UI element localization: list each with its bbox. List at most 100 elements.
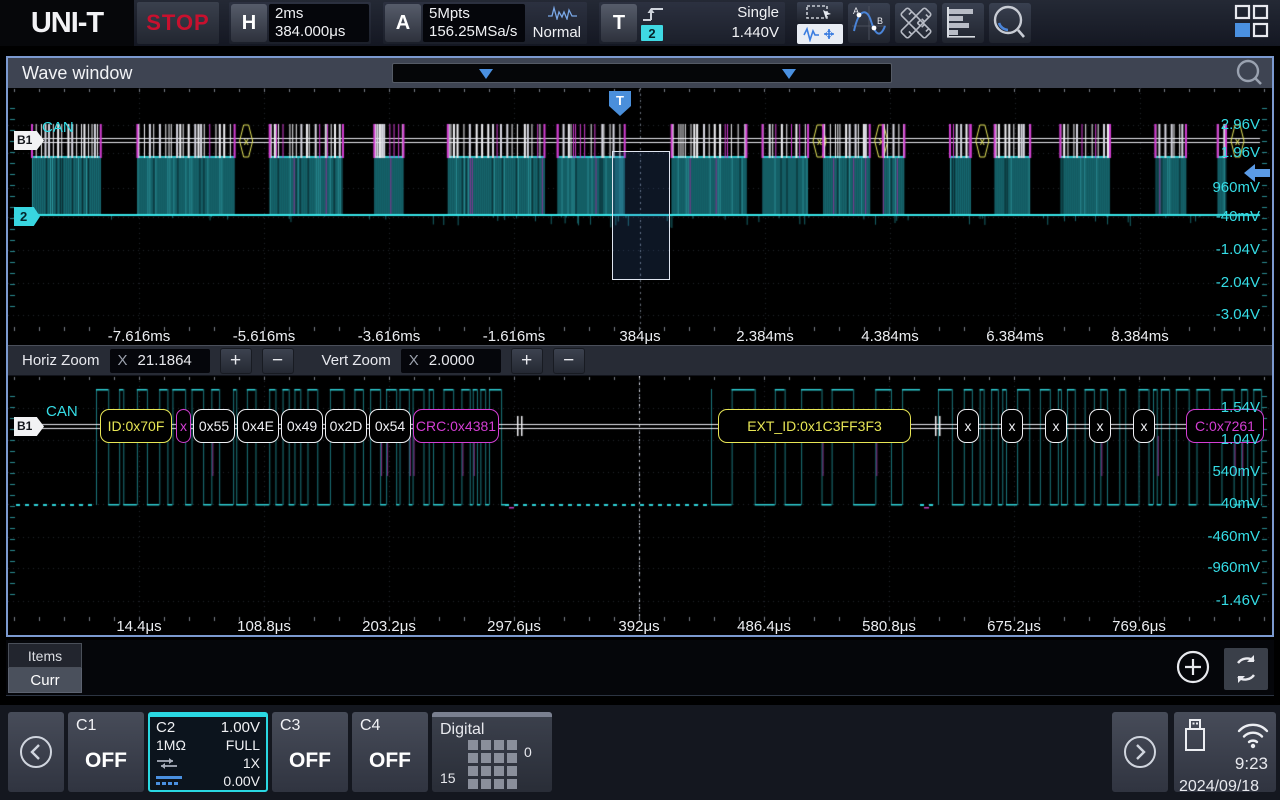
channel-state: OFF bbox=[76, 749, 136, 773]
vert-zoom-field[interactable]: X 2.0000 bbox=[401, 349, 501, 373]
trigger-panel[interactable]: T 2 Single 1.440V bbox=[599, 2, 785, 44]
zoom-out-loupe-icon bbox=[1234, 59, 1264, 87]
zoom-time-label: 769.6μs bbox=[1112, 618, 1166, 635]
zoom-time-label: 675.2μs bbox=[987, 618, 1041, 635]
region-select-button[interactable] bbox=[797, 2, 843, 22]
measure-button[interactable] bbox=[895, 3, 937, 43]
acquire-wave-icon bbox=[547, 5, 581, 20]
channel-c1-card[interactable]: C1 OFF bbox=[68, 712, 144, 792]
horiz-zoom-field[interactable]: X 21.1864 bbox=[110, 349, 210, 373]
zoom-controls: Horiz Zoom X 21.1864 + − Vert Zoom X 2.0… bbox=[8, 345, 1272, 376]
timebase-value: 2ms bbox=[275, 6, 363, 22]
main-plot[interactable]: T B1 CAN 2 2.96V1.96V960mV-40mV-1.04V-2.… bbox=[8, 88, 1272, 345]
region-select-icon bbox=[805, 4, 835, 20]
digital-channels-card[interactable]: Digital 0 15 bbox=[432, 712, 552, 792]
cursor-ab-button[interactable]: AB bbox=[848, 3, 890, 43]
channel-name: C4 bbox=[360, 717, 420, 735]
channel-offset: 0.00V bbox=[223, 773, 260, 789]
channel-bar: C1 OFF C2 1.00V 1MΩ FULL 1X 0.00V C3 O bbox=[0, 705, 1280, 800]
channel-c4-card[interactable]: C4 OFF bbox=[352, 712, 428, 792]
vert-zoom-value: 2.0000 bbox=[429, 352, 475, 369]
acquire-key[interactable]: A bbox=[385, 4, 421, 42]
decode-frame: 0x4E bbox=[237, 409, 279, 443]
horizontal-offset-value: 384.000μs bbox=[275, 24, 363, 40]
horiz-zoom-plus-button[interactable]: + bbox=[220, 348, 252, 374]
system-status-card[interactable]: 9:23 2024/09/18 bbox=[1174, 712, 1276, 792]
decode-frame: x bbox=[1001, 409, 1023, 443]
main-voltage-label: 960mV bbox=[1212, 179, 1260, 197]
decode-frame: 0x54 bbox=[369, 409, 411, 443]
channel-probe: 1X bbox=[243, 755, 260, 771]
counter-button[interactable] bbox=[942, 3, 984, 43]
horiz-zoom-minus-button[interactable]: − bbox=[262, 348, 294, 374]
top-toolbar: UNI-T STOP H 2ms 384.000μs A 5Mpts 156.2… bbox=[0, 0, 1280, 46]
zoom-time-label: 580.8μs bbox=[862, 618, 916, 635]
wave-window-titlebar: Wave window bbox=[8, 58, 1272, 88]
sample-rate-value: 156.25MSa/s bbox=[429, 24, 519, 40]
channel-scale: 1.00V bbox=[221, 719, 260, 736]
channel-scroll-right-button[interactable] bbox=[1112, 712, 1168, 792]
horiz-zoom-value: 21.1864 bbox=[138, 352, 192, 369]
horizontal-scrollbar[interactable] bbox=[392, 63, 892, 83]
search-button[interactable] bbox=[989, 3, 1031, 43]
tab-items[interactable]: Items bbox=[8, 643, 82, 668]
channel-name: C3 bbox=[280, 717, 340, 735]
search-loupe-icon bbox=[990, 3, 1030, 43]
vert-zoom-plus-button[interactable]: + bbox=[511, 348, 543, 374]
decode-frame: 0x55 bbox=[193, 409, 235, 443]
digital-scroll-strip bbox=[432, 712, 552, 717]
channel-c3-card[interactable]: C3 OFF bbox=[272, 712, 348, 792]
refresh-icon bbox=[1230, 653, 1262, 685]
scroll-marker-icon[interactable] bbox=[479, 69, 493, 79]
channel-bandwidth: FULL bbox=[226, 737, 260, 753]
zoom-voltage-label: -1.46V bbox=[1216, 592, 1260, 610]
decode-frame: EXT_ID:0x1C3FF3F3 bbox=[718, 409, 911, 443]
main-time-label: -1.616ms bbox=[483, 328, 546, 345]
zoom-time-label: 392μs bbox=[618, 618, 659, 635]
horizontal-panel[interactable]: H 2ms 384.000μs bbox=[229, 2, 371, 44]
main-time-label: 8.384ms bbox=[1111, 328, 1169, 345]
main-time-label: -7.616ms bbox=[108, 328, 171, 345]
channel-scroll-left-button[interactable] bbox=[8, 712, 64, 792]
usb-device-icon bbox=[1182, 717, 1208, 753]
decode-frame: x bbox=[1133, 409, 1155, 443]
main-voltage-label: -40mV bbox=[1216, 208, 1260, 226]
trigger-edge-icon bbox=[641, 5, 669, 23]
scroll-marker-icon[interactable] bbox=[782, 69, 796, 79]
main-voltage-label: 1.96V bbox=[1221, 144, 1260, 162]
main-time-label: -5.616ms bbox=[233, 328, 296, 345]
horizontal-key[interactable]: H bbox=[231, 4, 267, 42]
zoom-voltage-label: 40mV bbox=[1221, 495, 1260, 513]
decode-frame: 0x2D bbox=[325, 409, 367, 443]
decode-frame: x bbox=[1089, 409, 1111, 443]
acquire-panel[interactable]: A 5Mpts 156.25MSa/s Normal bbox=[383, 2, 587, 44]
waveform-move-button[interactable] bbox=[797, 24, 843, 44]
window-layout-button[interactable] bbox=[1232, 2, 1270, 45]
chevron-right-icon bbox=[1122, 734, 1158, 770]
channel-state: OFF bbox=[360, 749, 420, 773]
zoom-plot[interactable]: B1 CAN ID:0x70Fx0x550x4E0x490x2D0x54CRC:… bbox=[8, 376, 1272, 635]
vert-zoom-mult: X bbox=[409, 352, 419, 369]
add-button[interactable] bbox=[1176, 650, 1210, 689]
vert-zoom-minus-button[interactable]: − bbox=[553, 348, 585, 374]
main-voltage-label: 2.96V bbox=[1221, 116, 1260, 134]
acquire-mode-value: Normal bbox=[533, 25, 581, 41]
horiz-zoom-label: Horiz Zoom bbox=[22, 352, 100, 369]
zoom-time-label: 108.8μs bbox=[237, 618, 291, 635]
main-time-label: -3.616ms bbox=[358, 328, 421, 345]
channel-c2-card[interactable]: C2 1.00V 1MΩ FULL 1X 0.00V bbox=[148, 712, 268, 792]
zoom-selection-rect[interactable] bbox=[612, 151, 670, 280]
run-stop-button[interactable]: STOP bbox=[137, 2, 219, 44]
horiz-zoom-mult: X bbox=[118, 352, 128, 369]
digital-bit-high: 0 bbox=[524, 744, 532, 760]
zoom-voltage-label: 1.54V bbox=[1221, 399, 1260, 417]
memory-depth-value: 5Mpts bbox=[429, 6, 519, 22]
trigger-key[interactable]: T bbox=[601, 4, 637, 42]
refresh-button[interactable] bbox=[1224, 648, 1268, 690]
trigger-sweep-value: Single bbox=[737, 5, 779, 21]
tab-curr[interactable]: Curr bbox=[8, 668, 82, 693]
digital-bits-grid bbox=[468, 740, 517, 789]
coupling-icon bbox=[156, 757, 178, 769]
zoom-time-label: 14.4μs bbox=[116, 618, 161, 635]
cursor-tool-group bbox=[797, 2, 843, 44]
